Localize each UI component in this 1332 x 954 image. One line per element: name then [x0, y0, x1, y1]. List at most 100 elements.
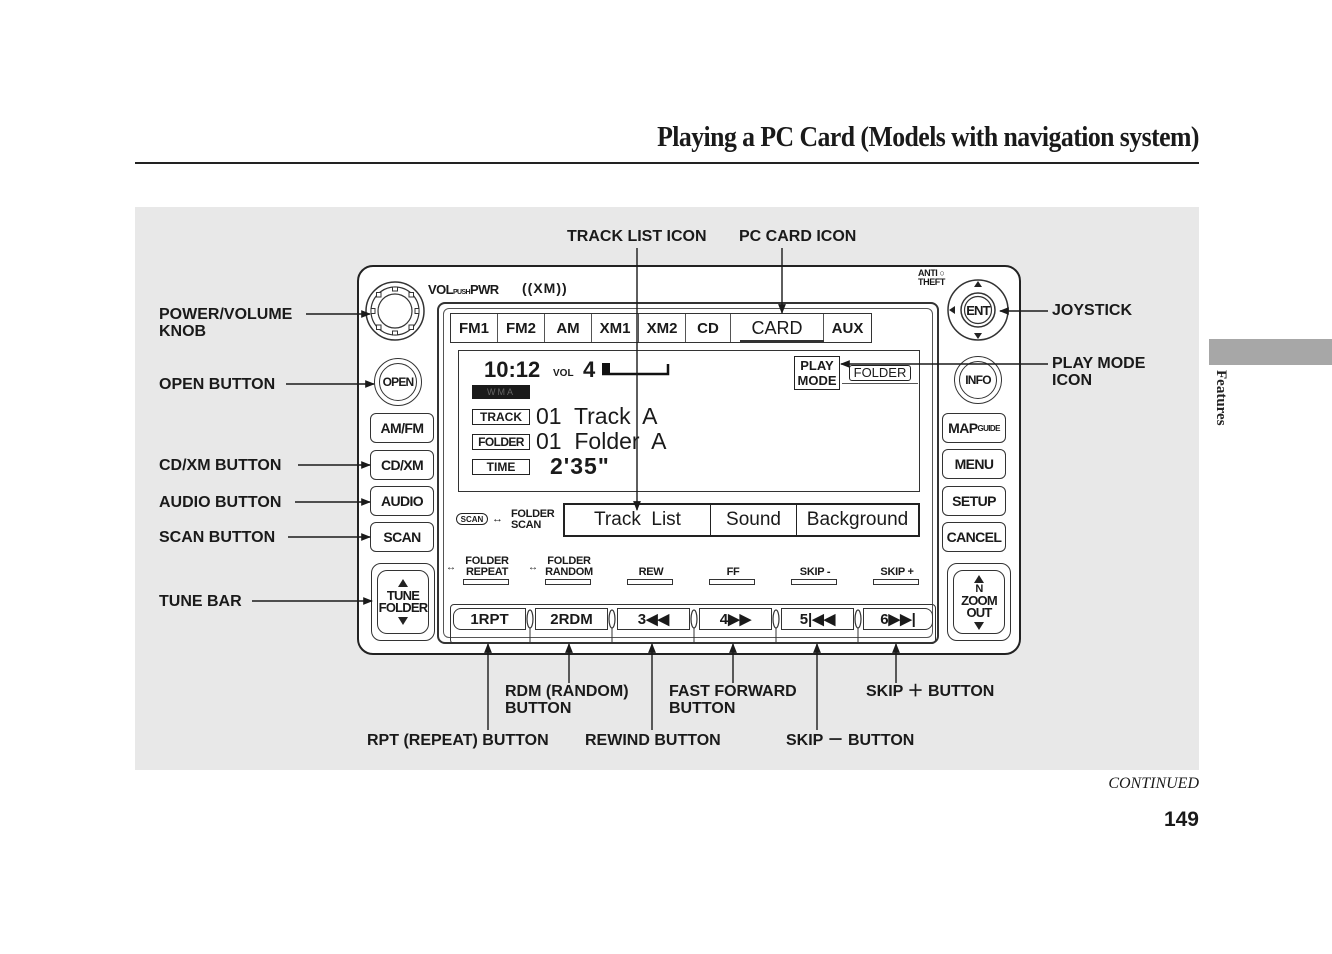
callout-line2: ICON: [1052, 372, 1092, 389]
anti-theft-label: ANTI ○ THEFT: [918, 269, 945, 287]
tab-aux[interactable]: AUX: [824, 314, 871, 342]
track-value: 01 Track A: [536, 403, 658, 429]
play-mode-icon[interactable]: PLAY MODE: [794, 356, 840, 390]
volume-bar: [602, 363, 670, 376]
source-tabs: FM1 FM2 AM XM1 XM2 CD CARD AUX: [450, 313, 872, 343]
tab-xm1[interactable]: XM1: [592, 314, 639, 342]
info-label: INFO: [959, 361, 997, 399]
callout-pc-card-icon: PC CARD ICON: [739, 228, 857, 245]
cancel-button[interactable]: CANCEL: [942, 522, 1006, 552]
random-arrow-icon: ↔: [528, 562, 538, 573]
page-title: Playing a PC Card (Models with navigatio…: [657, 122, 1199, 153]
tab-cd[interactable]: CD: [686, 314, 731, 342]
time-tag: TIME: [472, 459, 530, 475]
vol-text: VOL: [428, 282, 454, 297]
callout-rdm-button: RDM (RANDOM) BUTTON: [505, 683, 629, 717]
fn-label-ff: FF: [726, 566, 740, 578]
menu-button[interactable]: MENU: [942, 449, 1006, 479]
screen-vol-label: VOL: [553, 368, 574, 379]
track-list-button[interactable]: Track List: [565, 505, 711, 535]
tune-up-icon: [398, 579, 408, 587]
callout-rpt-button: RPT (REPEAT) BUTTON: [367, 732, 549, 749]
background-button[interactable]: Background: [797, 505, 918, 535]
page-number: 149: [1163, 808, 1199, 831]
fn-label-folder-repeat: FOLDER REPEAT: [462, 556, 512, 578]
setup-button[interactable]: SETUP: [942, 486, 1006, 516]
vol-pwr-label: VOLPUSHPWR: [428, 282, 499, 297]
sound-button[interactable]: Sound: [711, 505, 797, 535]
fn-label-line2: RANDOM: [545, 566, 593, 578]
callout-open-button: OPEN BUTTON: [159, 376, 276, 393]
tab-fm2[interactable]: FM2: [498, 314, 545, 342]
push-text: PUSH: [452, 289, 471, 296]
folder-value: 01 Folder A: [536, 428, 667, 454]
callout-cd-xm-button: CD/XM BUTTON: [159, 457, 282, 474]
tune-folder-bar[interactable]: TUNE FOLDER: [371, 563, 435, 641]
double-arrow-icon: ↔: [492, 513, 503, 525]
fn-label-rew: REW: [638, 566, 664, 578]
continued-label: CONTINUED: [1108, 775, 1199, 792]
open-button[interactable]: OPEN: [374, 358, 422, 406]
tab-am[interactable]: AM: [545, 314, 592, 342]
xm-logo: ((XM)): [522, 280, 568, 296]
callout-tune-bar: TUNE BAR: [159, 593, 242, 610]
section-tab-marker: [1209, 339, 1332, 365]
play-mode-underline: [842, 383, 918, 384]
callout-scan-button: SCAN BUTTON: [159, 529, 276, 546]
play-mode-text-1: PLAY: [800, 358, 834, 373]
scan-button[interactable]: SCAN: [370, 522, 434, 552]
fn-indicator: [709, 579, 755, 585]
repeat-arrow-icon: ↔: [446, 562, 456, 573]
play-mode-text-2: MODE: [797, 373, 837, 388]
tab-card[interactable]: CARD: [731, 314, 824, 342]
track-tag: TRACK: [472, 409, 530, 425]
info-button[interactable]: INFO: [954, 356, 1002, 404]
pc-card-icon-underline: [740, 340, 824, 342]
pwr-text: PWR: [470, 282, 499, 297]
fn-indicator: [791, 579, 837, 585]
tab-xm2[interactable]: XM2: [639, 314, 686, 342]
callout-line2: BUTTON: [669, 700, 736, 717]
fn-label-line2: REPEAT: [465, 566, 508, 578]
section-tab-label: Features: [1213, 370, 1229, 426]
wma-badge: WMA: [472, 385, 530, 399]
screen-vol-value: 4: [583, 357, 596, 382]
callout-skip-minus-button: SKIP － BUTTON: [786, 732, 915, 749]
callout-line1: POWER/VOLUME: [159, 306, 293, 323]
cd-xm-button[interactable]: CD/XM: [370, 450, 434, 480]
theft-text: THEFT: [918, 277, 945, 287]
power-volume-knob[interactable]: [364, 280, 426, 342]
fn-indicator: [463, 579, 509, 585]
callout-joystick: JOYSTICK: [1052, 302, 1133, 319]
fn-label-skip-minus: SKIP -: [799, 566, 831, 578]
tab-fm1[interactable]: FM1: [451, 314, 498, 342]
ent-label: ENT: [966, 303, 990, 318]
clock: 10:12: [484, 357, 541, 382]
callout-power-volume-knob: POWER/VOLUME KNOB: [159, 306, 292, 340]
guide-text: GUIDE: [977, 423, 1000, 433]
callout-line1: FAST FORWARD: [669, 683, 797, 700]
folder-text: FOLDER: [378, 600, 428, 615]
zoom-bar[interactable]: N ZOOM OUT: [947, 563, 1011, 641]
fn-indicator: [545, 579, 591, 585]
map-guide-button[interactable]: MAP GUIDE: [942, 413, 1006, 443]
folder-scan-text-2: SCAN: [511, 519, 541, 531]
fn-indicator: [873, 579, 919, 585]
time-value: 2'35": [550, 453, 610, 479]
callout-skip-plus-button: SKIP ＋ BUTTON: [866, 683, 995, 700]
callout-play-mode-icon: PLAY MODE ICON: [1052, 355, 1145, 389]
fn-label-folder-random: FOLDER RANDOM: [543, 556, 595, 578]
folder-scan-label: FOLDER SCAN: [511, 509, 555, 531]
out-text: OUT: [966, 604, 992, 620]
callout-line1: PLAY MODE: [1052, 355, 1146, 372]
callout-audio-button: AUDIO BUTTON: [159, 494, 282, 511]
am-fm-button[interactable]: AM/FM: [370, 413, 434, 443]
audio-button[interactable]: AUDIO: [370, 486, 434, 516]
fn-label-skip-plus: SKIP +: [880, 566, 914, 578]
zoom-out-icon: [974, 621, 984, 630]
play-mode-value: FOLDER: [849, 365, 911, 381]
callout-fast-forward-button: FAST FORWARD BUTTON: [669, 683, 797, 717]
callout-line2: KNOB: [159, 323, 207, 340]
open-label: OPEN: [379, 363, 417, 401]
tune-down-icon: [398, 617, 408, 625]
